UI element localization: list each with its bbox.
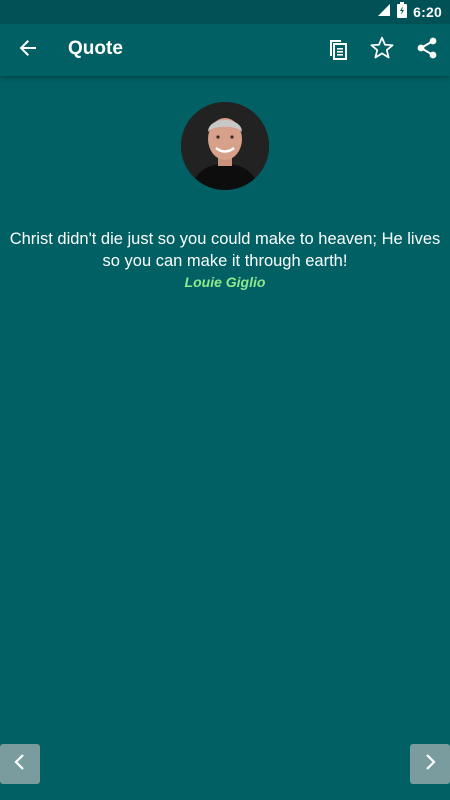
star-outline-icon [369,35,395,66]
arrow-back-icon [18,38,38,63]
share-button[interactable] [407,30,447,70]
author-avatar [181,102,269,190]
chevron-left-icon [11,753,29,776]
back-button[interactable] [8,28,48,72]
app-bar: Quote [0,24,450,76]
signal-icon [377,3,391,22]
status-icons: 6:20 [377,1,442,23]
favorite-button[interactable] [362,30,402,70]
chevron-right-icon [421,753,439,776]
quote-text: Christ didn't die just so you could make… [9,230,441,270]
page-title: Quote [68,38,123,59]
quote-author: Louie Giglio [184,274,266,290]
next-button[interactable] [410,744,450,784]
status-bar: 6:20 [0,0,450,24]
copy-icon [326,36,350,65]
status-time: 6:20 [413,4,442,20]
previous-button[interactable] [0,744,40,784]
share-icon [415,36,439,65]
battery-charging-icon [397,1,408,23]
copy-button[interactable] [318,30,358,70]
